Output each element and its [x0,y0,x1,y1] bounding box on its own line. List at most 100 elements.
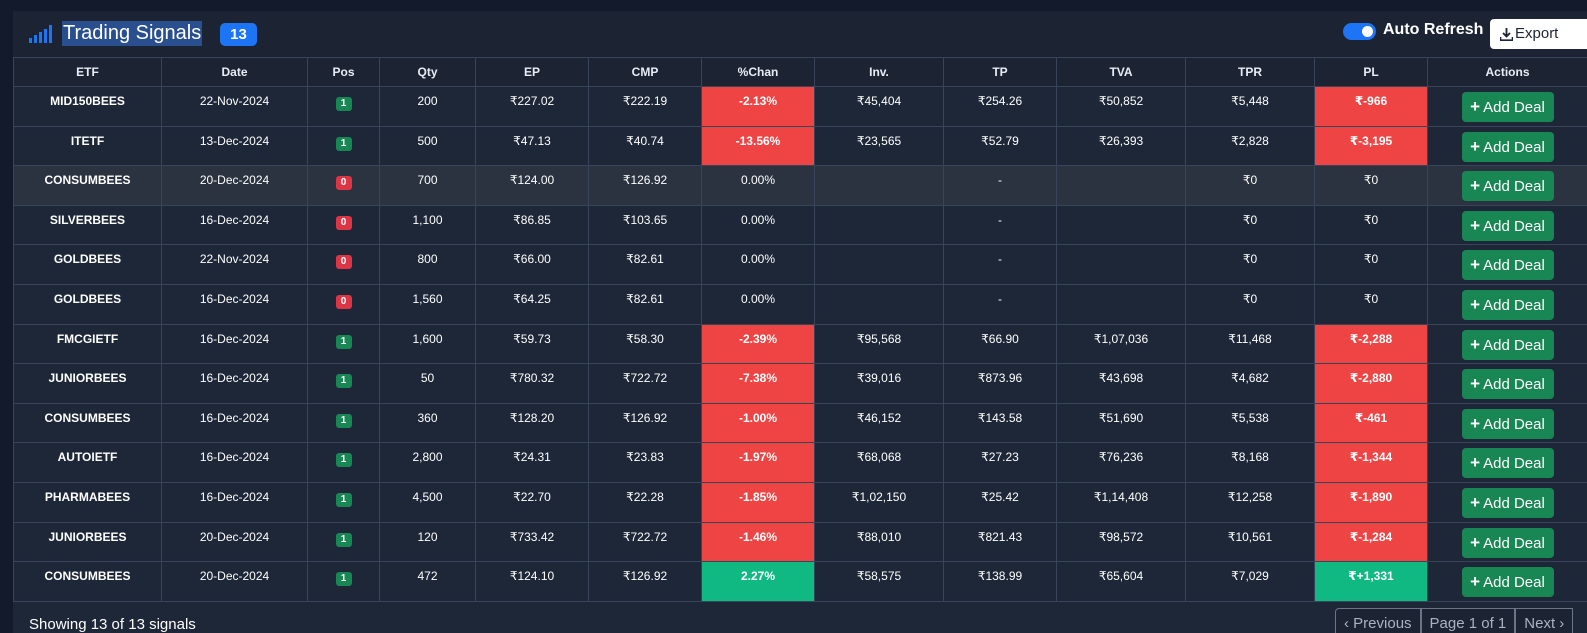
cell-inv [814,283,944,325]
cell-date: 16-Dec-2024 [161,363,308,404]
position-badge: 1 [335,413,352,428]
cell-date: 16-Dec-2024 [161,283,308,325]
add-deal-button[interactable]: + Add Deal [1461,92,1554,122]
add-deal-button[interactable]: + Add Deal [1461,487,1554,518]
cell-chg: 0.00% [701,244,815,285]
cell-cmp: ₹222.19 [588,86,702,127]
column-header-etf: ETF [13,57,162,87]
cell-chg: 0.00% [701,165,815,206]
cell-pl: ₹0 [1314,165,1428,206]
export-button[interactable]: Export [1490,19,1587,49]
cell-ep: ₹227.02 [475,86,589,127]
next-page-button[interactable]: Next › [1515,608,1574,633]
cell-etf: CONSUMBEES [13,402,162,444]
cell-actions: + Add Deal [1427,244,1587,285]
cell-pos: 1 [307,481,380,523]
previous-page-button[interactable]: ‹ Previous [1335,608,1421,633]
cell-pl: ₹-2,880 [1314,363,1428,404]
add-deal-label: Add Deal [1483,138,1545,156]
cell-tva [1056,244,1186,285]
add-deal-label: Add Deal [1483,99,1545,116]
table-row: CONSUMBEES 16-Dec-2024 1 360 ₹128.20 ₹126.92-… [13,402,1587,444]
cell-ep: ₹47.13 [475,125,589,167]
column-header-qty: Qty [379,57,476,87]
cell-etf: FMCGIETF [13,323,162,365]
cell-pos: 1 [307,86,380,127]
plus-icon: + [1470,374,1481,394]
cell-tva [1056,204,1186,246]
cell-qty: 472 [379,561,476,602]
add-deal-button[interactable]: + Add Deal [1461,408,1554,439]
cell-tpr: ₹5,538 [1185,402,1315,444]
cell-qty: 4,500 [379,481,476,523]
cell-date: 22-Nov-2024 [161,86,308,127]
cell-tp: ₹52.79 [943,125,1057,167]
cell-inv: ₹1,02,150 [814,481,944,523]
add-deal-button[interactable]: + Add Deal [1461,448,1554,479]
column-header-tpr: TPR [1185,57,1315,87]
cell-date: 16-Dec-2024 [161,481,308,523]
cell-chg: -2.13% [701,86,815,127]
cell-chg: -1.46% [701,521,815,563]
add-deal-button[interactable]: + Add Deal [1461,210,1554,241]
cell-chg: -1.97% [701,442,815,483]
cell-actions: + Add Deal [1427,165,1587,206]
add-deal-label: Add Deal [1483,217,1545,235]
cell-pos: 0 [307,204,380,246]
cell-tpr: ₹5,448 [1185,86,1315,127]
cell-ep: ₹66.00 [475,244,589,285]
add-deal-button[interactable]: + Add Deal [1461,131,1554,162]
cell-inv [814,165,944,206]
cell-tpr: ₹0 [1185,283,1315,325]
cell-pl: ₹-966 [1314,86,1428,127]
cell-date: 13-Dec-2024 [161,125,308,167]
cell-ep: ₹128.20 [475,402,589,444]
cell-actions: + Add Deal [1427,283,1587,325]
column-header-cmp: CMP [588,57,702,87]
column-header-pl: PL [1314,57,1428,87]
cell-pl: ₹-1,890 [1314,481,1428,523]
cell-etf: SILVERBEES [13,204,162,246]
cell-ep: ₹24.31 [475,442,589,483]
plus-icon: + [1470,176,1481,196]
add-deal-button[interactable]: + Add Deal [1461,567,1554,598]
position-badge: 1 [335,572,352,587]
position-badge: 0 [335,176,352,191]
cell-tp: - [943,283,1057,325]
cell-actions: + Add Deal [1427,402,1587,444]
cell-qty: 200 [379,86,476,127]
column-header-ep: EP [475,57,589,87]
cell-pos: 1 [307,363,380,404]
add-deal-button[interactable]: + Add Deal [1461,250,1554,281]
cell-inv: ₹46,152 [814,402,944,444]
auto-refresh-toggle[interactable] [1343,23,1376,40]
cell-cmp: ₹126.92 [588,561,702,602]
table-row: GOLDBEES 16-Dec-2024 0 1,560 ₹64.25 ₹82.61 0.0… [13,283,1587,325]
cell-date: 20-Dec-2024 [161,165,308,206]
cell-actions: + Add Deal [1427,521,1587,563]
column-header-chan: %Chan [701,57,815,87]
cell-etf: ITETF [13,125,162,167]
cell-cmp: ₹58.30 [588,323,702,365]
cell-ep: ₹124.10 [475,561,589,602]
cell-tp: ₹254.26 [943,86,1057,127]
cell-pl: ₹-1,284 [1314,521,1428,563]
add-deal-button[interactable]: + Add Deal [1461,527,1554,558]
cell-tp: ₹27.23 [943,442,1057,483]
add-deal-button[interactable]: + Add Deal [1461,369,1554,400]
cell-tpr: ₹8,168 [1185,442,1315,483]
cell-tpr: ₹0 [1185,204,1315,246]
add-deal-button[interactable]: + Add Deal [1461,289,1554,320]
cell-pl: ₹-1,344 [1314,442,1428,483]
plus-icon: + [1470,413,1481,433]
cell-tpr: ₹2,828 [1185,125,1315,167]
plus-icon: + [1470,334,1481,354]
position-badge: 0 [335,294,352,309]
plus-icon: + [1470,492,1481,512]
page-title: Trading Signals [62,21,203,46]
plus-icon: + [1470,294,1481,314]
cell-pos: 0 [307,165,380,206]
add-deal-button[interactable]: + Add Deal [1461,329,1554,360]
position-badge: 1 [335,136,352,151]
add-deal-button[interactable]: + Add Deal [1461,171,1554,202]
